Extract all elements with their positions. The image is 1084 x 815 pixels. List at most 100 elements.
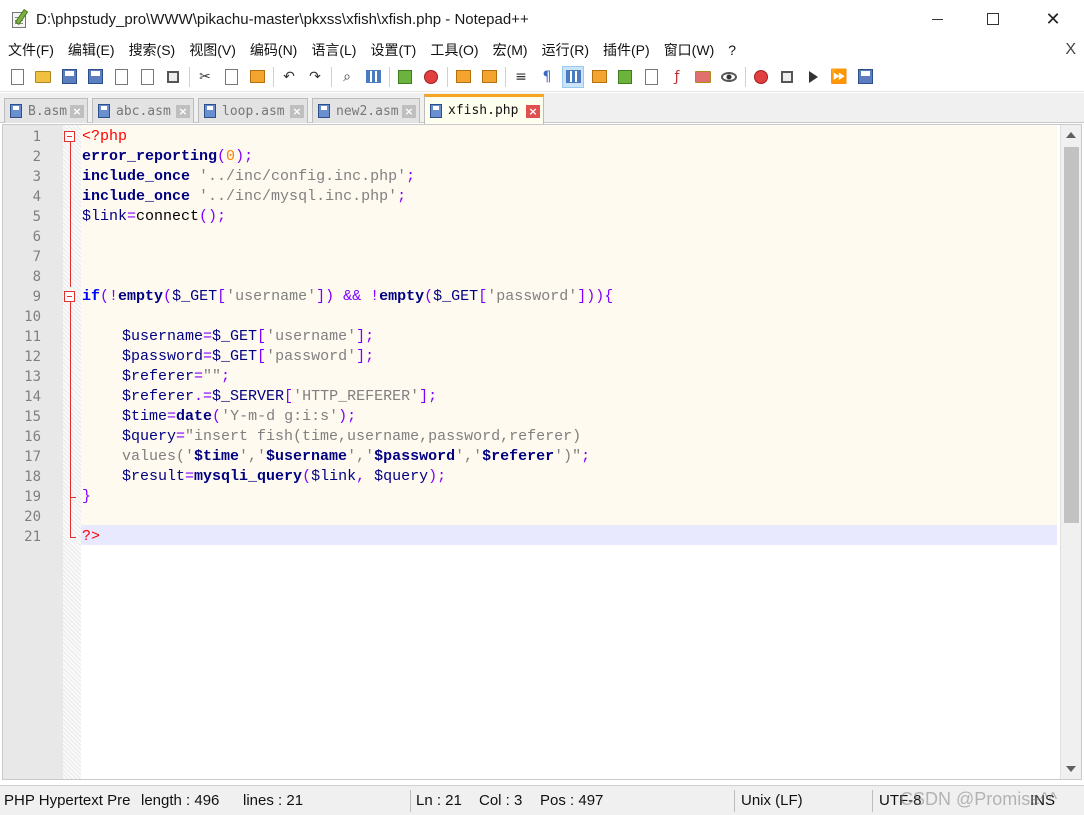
close-icon: ✕	[1045, 8, 1061, 30]
indent-guide-button[interactable]	[562, 65, 584, 88]
doc-map-button[interactable]	[614, 66, 636, 88]
show-all-chars-button[interactable]: ¶	[536, 66, 558, 88]
sync-horizontal-button[interactable]	[478, 66, 500, 88]
minimize-button[interactable]	[914, 0, 960, 38]
code-line: include_once '../inc/config.inc.php';	[82, 168, 416, 185]
close-all-icon	[140, 68, 154, 85]
paste-button[interactable]	[246, 66, 268, 88]
print-button[interactable]	[162, 66, 184, 88]
scroll-up-icon[interactable]	[1066, 132, 1076, 138]
function-list-button[interactable]: ƒ	[666, 66, 688, 88]
menu-macro[interactable]: 宏(M)	[493, 40, 528, 60]
menu-window[interactable]: 窗口(W)	[664, 40, 715, 60]
tab-new2-asm[interactable]: new2.asm ×	[312, 98, 420, 123]
play-macro-button[interactable]	[802, 66, 824, 88]
toolbar-divider	[331, 66, 332, 87]
menu-plugins[interactable]: 插件(P)	[603, 40, 650, 60]
code-line: <?php	[82, 128, 128, 145]
fold-line	[70, 142, 71, 287]
close-tab-icon[interactable]: ×	[526, 105, 540, 118]
new-file-button[interactable]	[6, 66, 28, 88]
line-number: 12	[24, 349, 41, 365]
tab-abc-asm[interactable]: abc.asm ×	[92, 98, 194, 123]
undo-button[interactable]: ↶	[278, 66, 300, 88]
toolbar-divider	[447, 66, 448, 87]
code-editor[interactable]: 1 2 3 4 5 6 7 8 9 10 11 12 13 14 15 16 1…	[2, 124, 1082, 780]
menu-search[interactable]: 搜索(S)	[129, 40, 176, 60]
close-window-button[interactable]: ✕	[1030, 0, 1076, 38]
find-button[interactable]: ⌕	[336, 66, 358, 88]
sync-vertical-button[interactable]	[452, 66, 474, 88]
monitoring-button[interactable]	[718, 66, 740, 88]
cut-button[interactable]: ✂	[194, 66, 216, 88]
stop-icon	[781, 70, 793, 83]
line-number: 3	[32, 169, 41, 185]
close-tab-icon[interactable]: ×	[176, 105, 190, 118]
tab-label: loop.asm	[222, 103, 285, 119]
tab-loop-asm[interactable]: loop.asm ×	[198, 98, 308, 123]
eye-icon	[721, 71, 737, 82]
scroll-thumb[interactable]	[1064, 147, 1079, 523]
save-macro-button[interactable]	[854, 66, 876, 88]
zoom-in-button[interactable]	[394, 66, 416, 88]
redo-button[interactable]: ↷	[304, 66, 326, 88]
close-tab-icon[interactable]: ×	[290, 105, 304, 118]
open-file-button[interactable]	[32, 66, 54, 88]
replace-button[interactable]	[362, 66, 384, 88]
notepadpp-logo-icon	[10, 9, 30, 29]
tab-b-asm[interactable]: B.asm ×	[4, 98, 88, 123]
menu-view[interactable]: 视图(V)	[189, 40, 236, 60]
line-number: 10	[24, 309, 41, 325]
folder-workspace-button[interactable]	[692, 66, 714, 88]
cut-icon: ✂	[199, 68, 211, 85]
code-line: $password=$_GET['password'];	[122, 348, 375, 365]
menu-file[interactable]: 文件(F)	[8, 40, 54, 60]
word-wrap-button[interactable]: ≡	[510, 66, 532, 88]
play-icon	[808, 70, 818, 83]
status-position: Pos : 497	[540, 792, 604, 809]
status-line: Ln : 21	[416, 792, 462, 809]
status-divider	[410, 790, 411, 812]
menu-settings[interactable]: 设置(T)	[370, 40, 416, 60]
tab-xfish-php[interactable]: xfish.php ×	[424, 94, 544, 124]
close-file-button[interactable]	[110, 66, 132, 88]
close-tab-icon[interactable]: ×	[70, 105, 84, 118]
close-tab-icon[interactable]: ×	[402, 105, 416, 118]
maximize-icon	[987, 13, 999, 25]
copy-button[interactable]	[220, 66, 242, 88]
code-line: }	[82, 488, 92, 505]
pilcrow-icon: ¶	[542, 68, 552, 85]
save-all-icon	[87, 69, 103, 84]
line-number: 19	[24, 489, 41, 505]
status-column: Col : 3	[479, 792, 523, 809]
maximize-button[interactable]	[970, 0, 1016, 38]
menu-help[interactable]: ?	[728, 42, 736, 58]
play-multiple-button[interactable]: ⏩	[828, 66, 850, 88]
toolbar-divider	[189, 66, 190, 87]
menu-edit[interactable]: 编辑(E)	[68, 40, 115, 60]
stop-macro-button[interactable]	[776, 66, 798, 88]
zoom-out-button[interactable]	[420, 66, 442, 88]
menu-run[interactable]: 运行(R)	[542, 40, 589, 60]
doc-list-button[interactable]	[640, 66, 662, 88]
save-button[interactable]	[58, 66, 80, 88]
menu-encoding[interactable]: 编码(N)	[250, 40, 297, 60]
fold-minus-icon	[64, 291, 75, 302]
close-all-button[interactable]	[136, 66, 158, 88]
line-number: 6	[32, 229, 41, 245]
save-macro-icon	[857, 69, 873, 84]
udl-button[interactable]	[588, 66, 610, 88]
scroll-down-icon[interactable]	[1066, 766, 1076, 772]
tab-label: B.asm	[28, 103, 68, 119]
code-line: include_once '../inc/mysql.inc.php';	[82, 188, 407, 205]
save-all-button[interactable]	[84, 66, 106, 88]
redo-icon: ↷	[309, 68, 321, 85]
menu-language[interactable]: 语言(L)	[311, 40, 356, 60]
menu-tools[interactable]: 工具(O)	[430, 40, 478, 60]
vertical-scrollbar[interactable]	[1060, 125, 1081, 779]
close-document-button[interactable]: X	[1065, 41, 1076, 59]
code-line: $link=connect();	[82, 208, 227, 225]
status-bar: PHP Hypertext Pre length : 496 lines : 2…	[0, 785, 1084, 815]
line-number: 2	[32, 149, 41, 165]
record-macro-button[interactable]	[750, 66, 772, 88]
